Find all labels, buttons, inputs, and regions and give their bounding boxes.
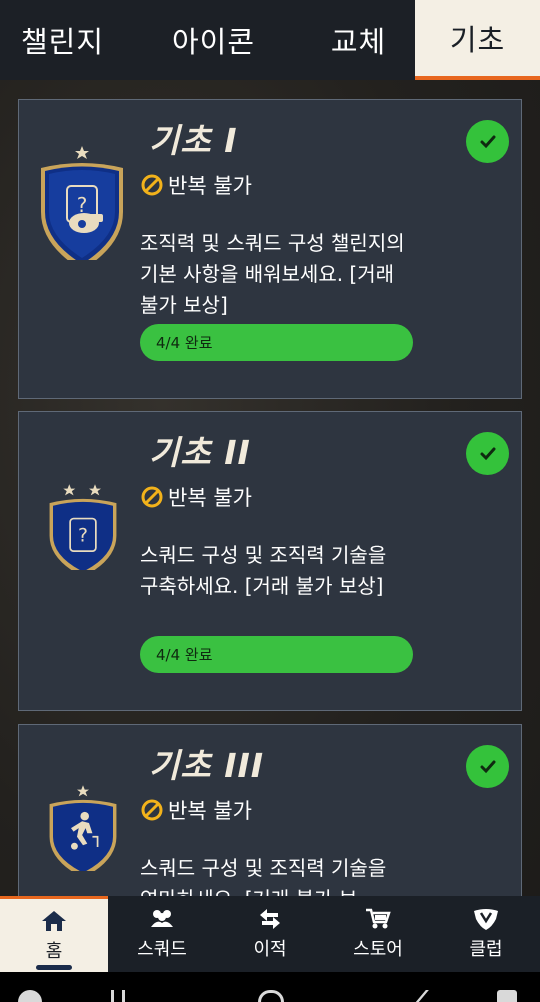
accessibility-icon[interactable] [497,990,517,1002]
nav-label: 스쿼드 [137,939,187,960]
top-tab-bar: 챌린지 아이콘 교체 기초 [0,0,540,80]
nav-label: 홈 [45,940,63,962]
club-icon [474,909,498,930]
check-complete-icon [466,432,509,475]
card-title: 기초 II [149,433,251,472]
progress-bar: 4/4 완료 [140,636,413,673]
active-indicator [36,965,72,970]
home-icon [42,910,66,931]
check-complete-icon [466,120,509,163]
home-system-icon[interactable] [258,990,284,1002]
recent-apps-icon-bar [122,990,125,1002]
check-complete-icon [466,745,509,788]
card-description: 조직력 및 스쿼드 구성 챌린지의 기본 사항을 배워보세요. [거래 불가 보… [140,231,405,317]
repeat-status: 반복 불가 [140,482,252,512]
nav-transfer[interactable]: 이적 [216,896,324,972]
nav-label: 클럽 [469,939,503,960]
repeat-status: 반복 불가 [140,170,252,200]
recent-apps-icon[interactable] [111,990,114,1002]
progress-label: 4/4 완료 [156,646,213,664]
repeat-label: 반복 불가 [168,174,252,198]
nav-squad[interactable]: 스쿼드 [108,896,216,972]
card-title: 기초 I [149,121,238,160]
system-navigation-bar [0,972,540,1002]
nav-label: 스토어 [353,939,403,960]
challenge-card-basics-1[interactable]: ? 기초 I 반복 불가 조직력 및 스쿼드 구성 챌린지의 기본 사항을 배워… [18,99,522,399]
nav-home[interactable]: 홈 [0,896,108,972]
card-description: 스쿼드 구성 및 조직력 기술을 구축하세요. [거래 불가 보상] [140,543,387,598]
nav-label: 이적 [253,939,287,960]
challenge-card-basics-2[interactable]: ? 기초 II 반복 불가 스쿼드 구성 및 조직력 기술을 구축하세요. [거… [18,411,522,711]
squad-icon [151,910,173,927]
badge-question-card-icon: ? [49,484,117,570]
back-icon[interactable] [414,990,440,1002]
system-icon [18,990,42,1002]
no-repeat-icon [141,174,163,196]
transfer-icon [260,909,280,929]
nav-club[interactable]: 클럽 [432,896,540,972]
svg-text:?: ? [78,526,88,547]
no-repeat-icon [141,486,163,508]
nav-store[interactable]: 스토어 [324,896,432,972]
tab-basics[interactable]: 기초 [415,0,540,80]
bottom-nav: 홈 스쿼드 이적 스토어 클럽 [0,896,540,972]
card-title: 기초 III [149,746,265,785]
cart-icon [366,908,391,929]
repeat-label: 반복 불가 [168,799,252,823]
progress-bar: 4/4 완료 [140,324,413,361]
app-screen: 챌린지 아이콘 교체 기초 ? 기초 I 반복 불가 조직력 및 스쿼드 구성 … [0,0,540,1002]
tab-challenge[interactable]: 챌린지 [0,0,125,80]
repeat-status: 반복 불가 [140,795,252,825]
badge-player-kick-icon [49,785,117,871]
repeat-label: 반복 불가 [168,486,252,510]
progress-label: 4/4 완료 [156,334,213,352]
badge-whistle-icon: ? [41,146,123,260]
no-repeat-icon [141,799,163,821]
tab-icon[interactable]: 아이콘 [125,0,302,80]
tab-replacement[interactable]: 교체 [302,0,415,80]
